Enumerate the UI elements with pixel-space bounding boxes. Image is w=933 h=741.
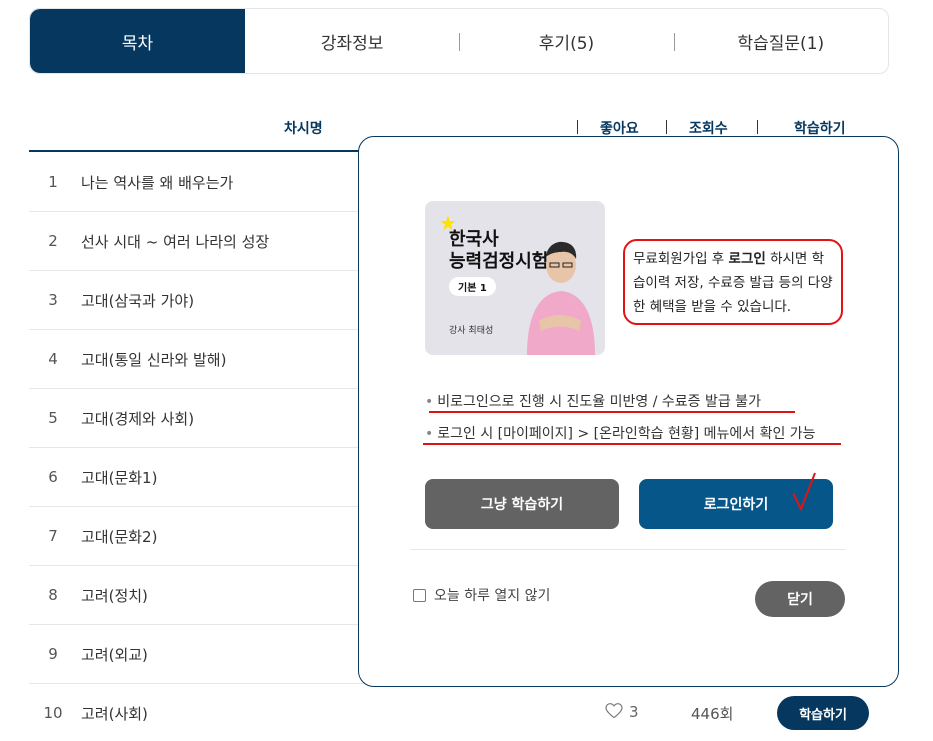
- red-checkmark-icon: [792, 472, 816, 512]
- red-underline-annotation: [423, 443, 841, 445]
- login-benefit-notice: 무료회원가입 후 로그인 하시면 학습이력 저장, 수료증 발급 등의 다양한 …: [623, 239, 843, 325]
- thumbnail-badge: 기본 1: [449, 277, 496, 296]
- dont-show-today-label: 오늘 하루 열지 않기: [434, 588, 551, 604]
- thumbnail-teacher: 강사 최태성: [449, 326, 494, 336]
- bullet-text: 로그인 시 [마이페이지] > [온라인학습 현황] 메뉴에서 확인 가능: [437, 426, 816, 442]
- red-underline-annotation: [429, 411, 795, 413]
- bullet-dot: •: [425, 426, 434, 442]
- bullet-dot: •: [425, 394, 434, 410]
- thumbnail-title-line1: 한국사: [449, 229, 499, 250]
- bullet-text: 비로그인으로 진행 시 진도율 미반영 / 수료증 발급 불가: [437, 394, 761, 410]
- login-prompt-modal: ★ 한국사 능력검정시험 기본 1 강사 최태성 무료회원가입 후 로그인 하시…: [358, 136, 899, 687]
- dont-show-today-checkbox[interactable]: [413, 588, 426, 602]
- close-button[interactable]: 닫기: [755, 581, 845, 617]
- bullet-item: • 로그인 시 [마이페이지] > [온라인학습 현황] 메뉴에서 확인 가능: [425, 423, 816, 443]
- modal-divider: [411, 549, 845, 550]
- notice-text-bold: 로그인: [728, 251, 766, 267]
- bullet-item: • 비로그인으로 진행 시 진도율 미반영 / 수료증 발급 불가: [425, 391, 761, 411]
- course-thumbnail: ★ 한국사 능력검정시험 기본 1 강사 최태성: [425, 201, 605, 355]
- instructor-portrait-icon: [527, 241, 595, 355]
- study-without-login-button[interactable]: 그냥 학습하기: [425, 479, 619, 529]
- notice-text-part1: 무료회원가입 후: [633, 251, 729, 267]
- dont-show-today-option[interactable]: 오늘 하루 열지 않기: [413, 585, 550, 605]
